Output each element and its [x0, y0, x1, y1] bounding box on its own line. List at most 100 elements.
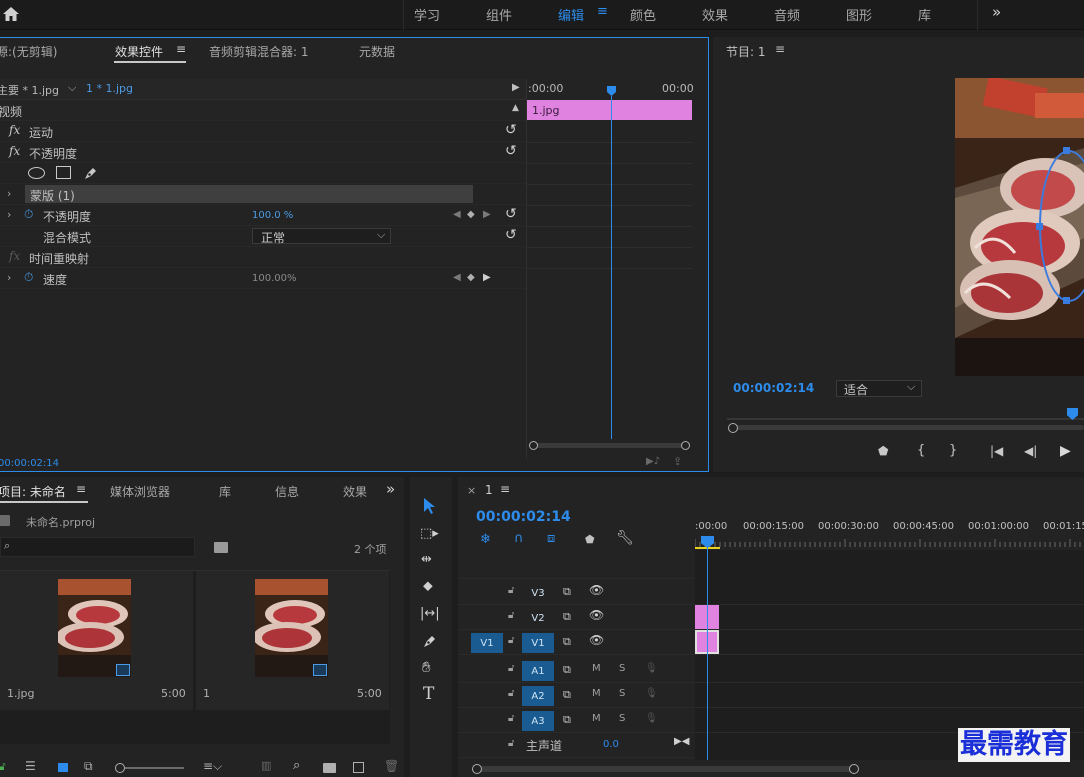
ripple-edit-tool-icon[interactable]: ⇹ [421, 552, 432, 567]
track-lock-icon[interactable]: 🔓︎ [508, 663, 514, 674]
pen-tool-icon[interactable] [422, 633, 438, 649]
track-v3-name[interactable]: V3 [522, 583, 554, 603]
find-folder-icon[interactable] [214, 542, 228, 553]
audio-filter-icon[interactable]: ▶♪ [646, 456, 660, 467]
program-video-frame[interactable] [955, 78, 1084, 376]
panel-overflow-icon[interactable]: » [386, 480, 395, 498]
close-sequence-icon[interactable]: × [467, 484, 476, 497]
workspace-tab-effects[interactable]: 效果 [702, 5, 728, 24]
tab-source[interactable]: 源:(无剪辑) [0, 43, 57, 60]
opacity-value[interactable]: 100.0 % [252, 210, 293, 221]
sync-lock-icon[interactable]: ⧉ [563, 688, 571, 702]
voiceover-mic-icon[interactable]: 🎙︎ [645, 688, 658, 699]
freeform-view-icon[interactable]: ⧉ [84, 759, 93, 774]
ellipse-mask-icon[interactable] [28, 167, 45, 179]
list-view-icon[interactable]: ☰ [25, 759, 36, 773]
project-search-input[interactable]: ⌕ [0, 537, 195, 557]
panel-menu-icon[interactable]: ≡ [775, 42, 785, 56]
expand-chevron-icon[interactable]: › [7, 271, 11, 284]
project-item-card[interactable]: 1.jpg 5:00 [0, 571, 193, 710]
source-patch-v1[interactable]: V1 [471, 633, 503, 653]
sync-lock-icon[interactable]: ⧉ [563, 663, 571, 677]
mute-button[interactable]: M [592, 688, 601, 699]
reset-icon[interactable]: ↺ [505, 227, 517, 243]
add-keyframe-icon[interactable]: ◆ [467, 272, 475, 283]
timeline-scroll-left-handle[interactable] [472, 764, 482, 774]
program-monitor-title[interactable]: 节目: 1 [726, 43, 766, 60]
tab-effect-controls[interactable]: 效果控件 [115, 43, 163, 60]
new-bin-icon[interactable] [323, 763, 336, 773]
timeline-ruler[interactable]: :00:00 00:00:15:00 00:00:30:00 00:00:45:… [695, 515, 1084, 550]
reset-icon[interactable]: ↺ [505, 206, 517, 222]
razor-tool-icon[interactable]: ⬥ [423, 578, 433, 594]
sort-icon[interactable]: ≡⌵ [203, 759, 222, 774]
toggle-output-eye-icon[interactable]: 👁︎ [589, 633, 604, 647]
expand-chevron-icon[interactable]: › [7, 187, 11, 200]
new-item-icon[interactable] [353, 762, 364, 773]
panel-menu-icon[interactable]: ≡ [176, 42, 186, 56]
pen-mask-icon[interactable] [83, 165, 99, 181]
toggle-output-eye-icon[interactable]: 👁︎ [589, 583, 604, 597]
play-triangle-icon[interactable]: ▶ [512, 82, 520, 93]
prev-keyframe-icon[interactable]: ◀ [453, 209, 461, 220]
next-keyframe-icon[interactable]: ▶ [483, 209, 491, 220]
timeline-scroll-right-handle[interactable] [849, 764, 859, 774]
slider-handle[interactable] [115, 763, 125, 773]
program-scroll-handle[interactable] [728, 423, 738, 433]
mini-scroll-right-handle[interactable] [681, 441, 690, 450]
workspace-tab-color[interactable]: 颜色 [630, 5, 656, 24]
voiceover-mic-icon[interactable]: 🎙︎ [645, 663, 658, 674]
track-lock-icon[interactable]: 🔓︎ [508, 713, 514, 724]
tab-project[interactable]: 项目: 未命名 [0, 483, 66, 500]
selection-tool-icon[interactable] [423, 497, 437, 515]
effect-row-time-remap[interactable]: fx 时间重映射 [0, 247, 526, 268]
project-item-card[interactable]: 1 5:00 [196, 571, 389, 710]
track-a2-name[interactable]: A2 [522, 686, 554, 706]
tab-metadata[interactable]: 元数据 [359, 43, 395, 60]
solo-button[interactable]: S [619, 688, 625, 699]
mark-in-icon[interactable]: { [917, 443, 925, 458]
tab-audio-clip-mixer[interactable]: 音频剪辑混合器: 1 [209, 43, 309, 60]
stopwatch-icon[interactable]: ⏱ [24, 270, 33, 285]
add-marker-icon[interactable]: ⬟ [585, 533, 595, 546]
mute-button[interactable]: M [592, 713, 601, 724]
workspace-tab-libraries[interactable]: 库 [918, 5, 931, 24]
workspace-tab-editing[interactable]: 编辑 [558, 5, 584, 24]
sync-lock-icon[interactable]: ⧉ [563, 635, 571, 649]
effect-row-speed[interactable]: › ⏱ 速度 100.00% ◀ ◆ ▶ [0, 268, 526, 289]
effect-controls-timecode[interactable]: 00:00:02:14 [0, 458, 59, 469]
workspace-more-icon[interactable]: » [992, 3, 1001, 21]
step-back-icon[interactable]: ◀| [1024, 444, 1037, 458]
home-icon[interactable] [0, 4, 22, 24]
mask-handle-top[interactable] [1063, 147, 1070, 154]
workspace-menu-icon[interactable]: ≡ [597, 4, 608, 19]
track-lock-icon[interactable]: 🔓︎ [508, 610, 514, 621]
workspace-tab-audio[interactable]: 音频 [774, 5, 800, 24]
effect-row-opacity[interactable]: fx 不透明度 ↺ [0, 142, 526, 163]
speed-value[interactable]: 100.00% [252, 273, 297, 284]
effect-row-opacity-param[interactable]: › ⏱ 不透明度 100.0 % ◀ ◆ ▶ ↺ [0, 205, 526, 226]
panel-menu-icon[interactable]: ≡ [500, 482, 510, 496]
sync-lock-icon[interactable]: ⧉ [563, 610, 571, 624]
master-clip-label[interactable]: 主要 * 1.jpg [0, 82, 59, 98]
zoom-fit-dropdown[interactable]: 适合 ⌵ [836, 380, 922, 397]
solo-button[interactable]: S [619, 663, 625, 674]
stopwatch-icon[interactable]: ⏱ [24, 207, 33, 222]
play-icon[interactable]: ▶ [1060, 443, 1071, 459]
track-v1-name[interactable]: V1 [522, 633, 554, 653]
wrench-icon[interactable]: 🔧︎ [616, 530, 634, 546]
program-ruler[interactable] [727, 409, 1084, 420]
track-a3-name[interactable]: A3 [522, 711, 554, 731]
voiceover-mic-icon[interactable]: 🎙︎ [645, 713, 658, 724]
add-keyframe-icon[interactable]: ◆ [467, 209, 475, 220]
tab-libraries[interactable]: 库 [219, 483, 231, 500]
reset-icon[interactable]: ↺ [505, 143, 517, 159]
chevron-down-icon[interactable]: ⌵ [68, 81, 76, 95]
panel-menu-icon[interactable]: ≡ [76, 482, 86, 496]
prev-keyframe-icon[interactable]: ◀ [453, 272, 461, 283]
timeline-timecode[interactable]: 00:00:02:14 [476, 509, 571, 525]
track-select-tool-icon[interactable]: ⬚▸ [420, 526, 439, 541]
effect-row-motion[interactable]: fx 运动 ↺ [0, 121, 526, 142]
toggle-output-eye-icon[interactable]: 👁︎ [589, 608, 604, 622]
blend-mode-dropdown[interactable]: 正常 ⌵ [252, 228, 391, 245]
